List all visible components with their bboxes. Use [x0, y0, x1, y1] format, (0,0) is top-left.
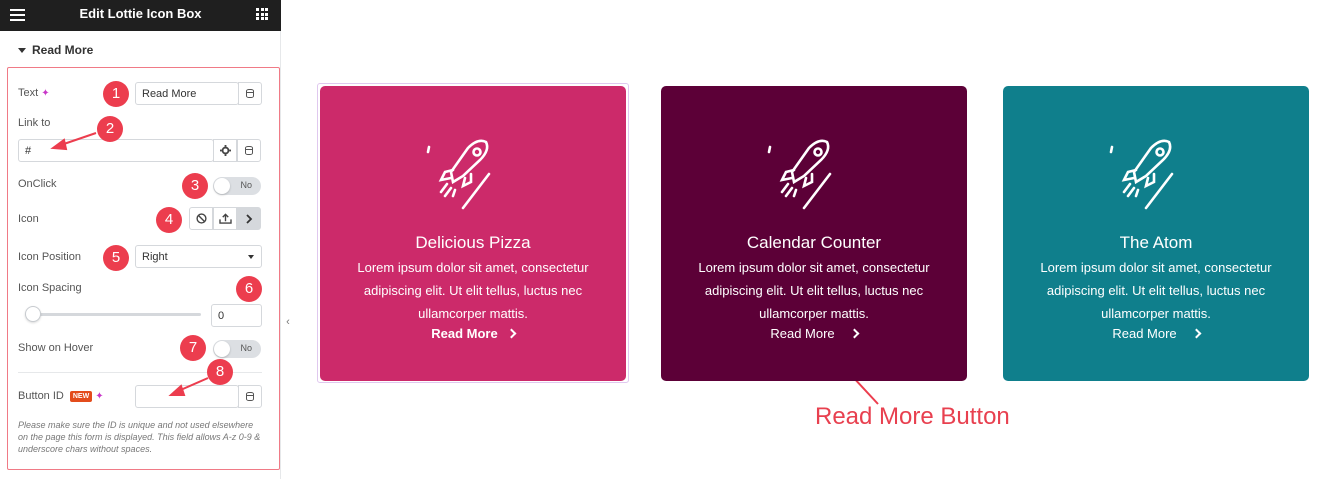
- card-body: Lorem ipsum dolor sit amet, consectetur …: [698, 260, 930, 321]
- marker-5: 5: [103, 245, 129, 271]
- card-title: The Atom: [1119, 233, 1193, 252]
- marker-7: 7: [180, 335, 206, 361]
- read-more-button[interactable]: Read More: [320, 326, 626, 341]
- card-title: Delicious Pizza: [415, 233, 531, 252]
- read-more-button[interactable]: Read More: [661, 326, 967, 341]
- card-body: Lorem ipsum dolor sit amet, consectetur …: [1040, 260, 1272, 321]
- card-body: Lorem ipsum dolor sit amet, consectetur …: [357, 260, 589, 321]
- read-more-label: Read More: [431, 326, 498, 341]
- marker-8: 8: [207, 359, 233, 385]
- card-delicious-pizza[interactable]: Delicious Pizza Lorem ipsum dolor sit am…: [320, 86, 626, 381]
- marker-6: 6: [236, 276, 262, 302]
- read-more-label: Read More: [770, 326, 835, 341]
- chevron-right-icon: [506, 328, 517, 339]
- marker-4: 4: [156, 207, 182, 233]
- marker-3: 3: [182, 173, 208, 199]
- card-title: Calendar Counter: [746, 233, 882, 252]
- card-the-atom[interactable]: The Atom Lorem ipsum dolor sit amet, con…: [1003, 86, 1309, 381]
- marker-1: 1: [103, 81, 129, 107]
- read-more-label: Read More: [1112, 326, 1177, 341]
- read-more-button[interactable]: Read More: [1003, 326, 1309, 341]
- rocket-icon: [764, 134, 864, 214]
- annotation-label: Read More Button: [815, 403, 1010, 430]
- marker-2: 2: [97, 116, 123, 142]
- screen: Edit Lottie Icon Box Read More Text ✦ Rea…: [0, 0, 1320, 479]
- rocket-icon: [1106, 134, 1206, 214]
- chevron-right-icon: [1191, 328, 1202, 339]
- chevron-right-icon: [849, 328, 860, 339]
- card-calendar-counter[interactable]: Calendar Counter Lorem ipsum dolor sit a…: [661, 86, 967, 381]
- rocket-icon: [423, 134, 523, 214]
